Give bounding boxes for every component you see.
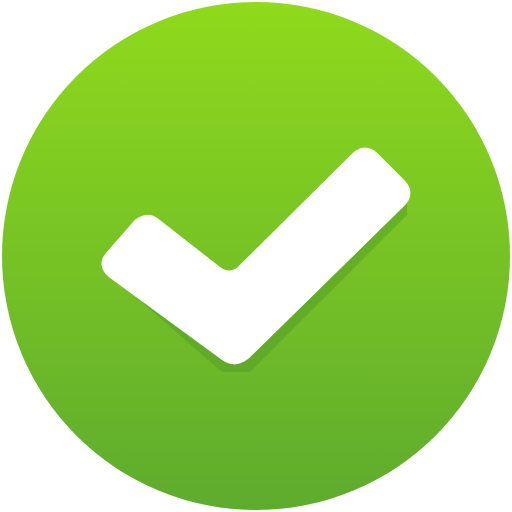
- checkmark-badge: [0, 0, 512, 512]
- checkmark-circle-icon: [2, 2, 510, 510]
